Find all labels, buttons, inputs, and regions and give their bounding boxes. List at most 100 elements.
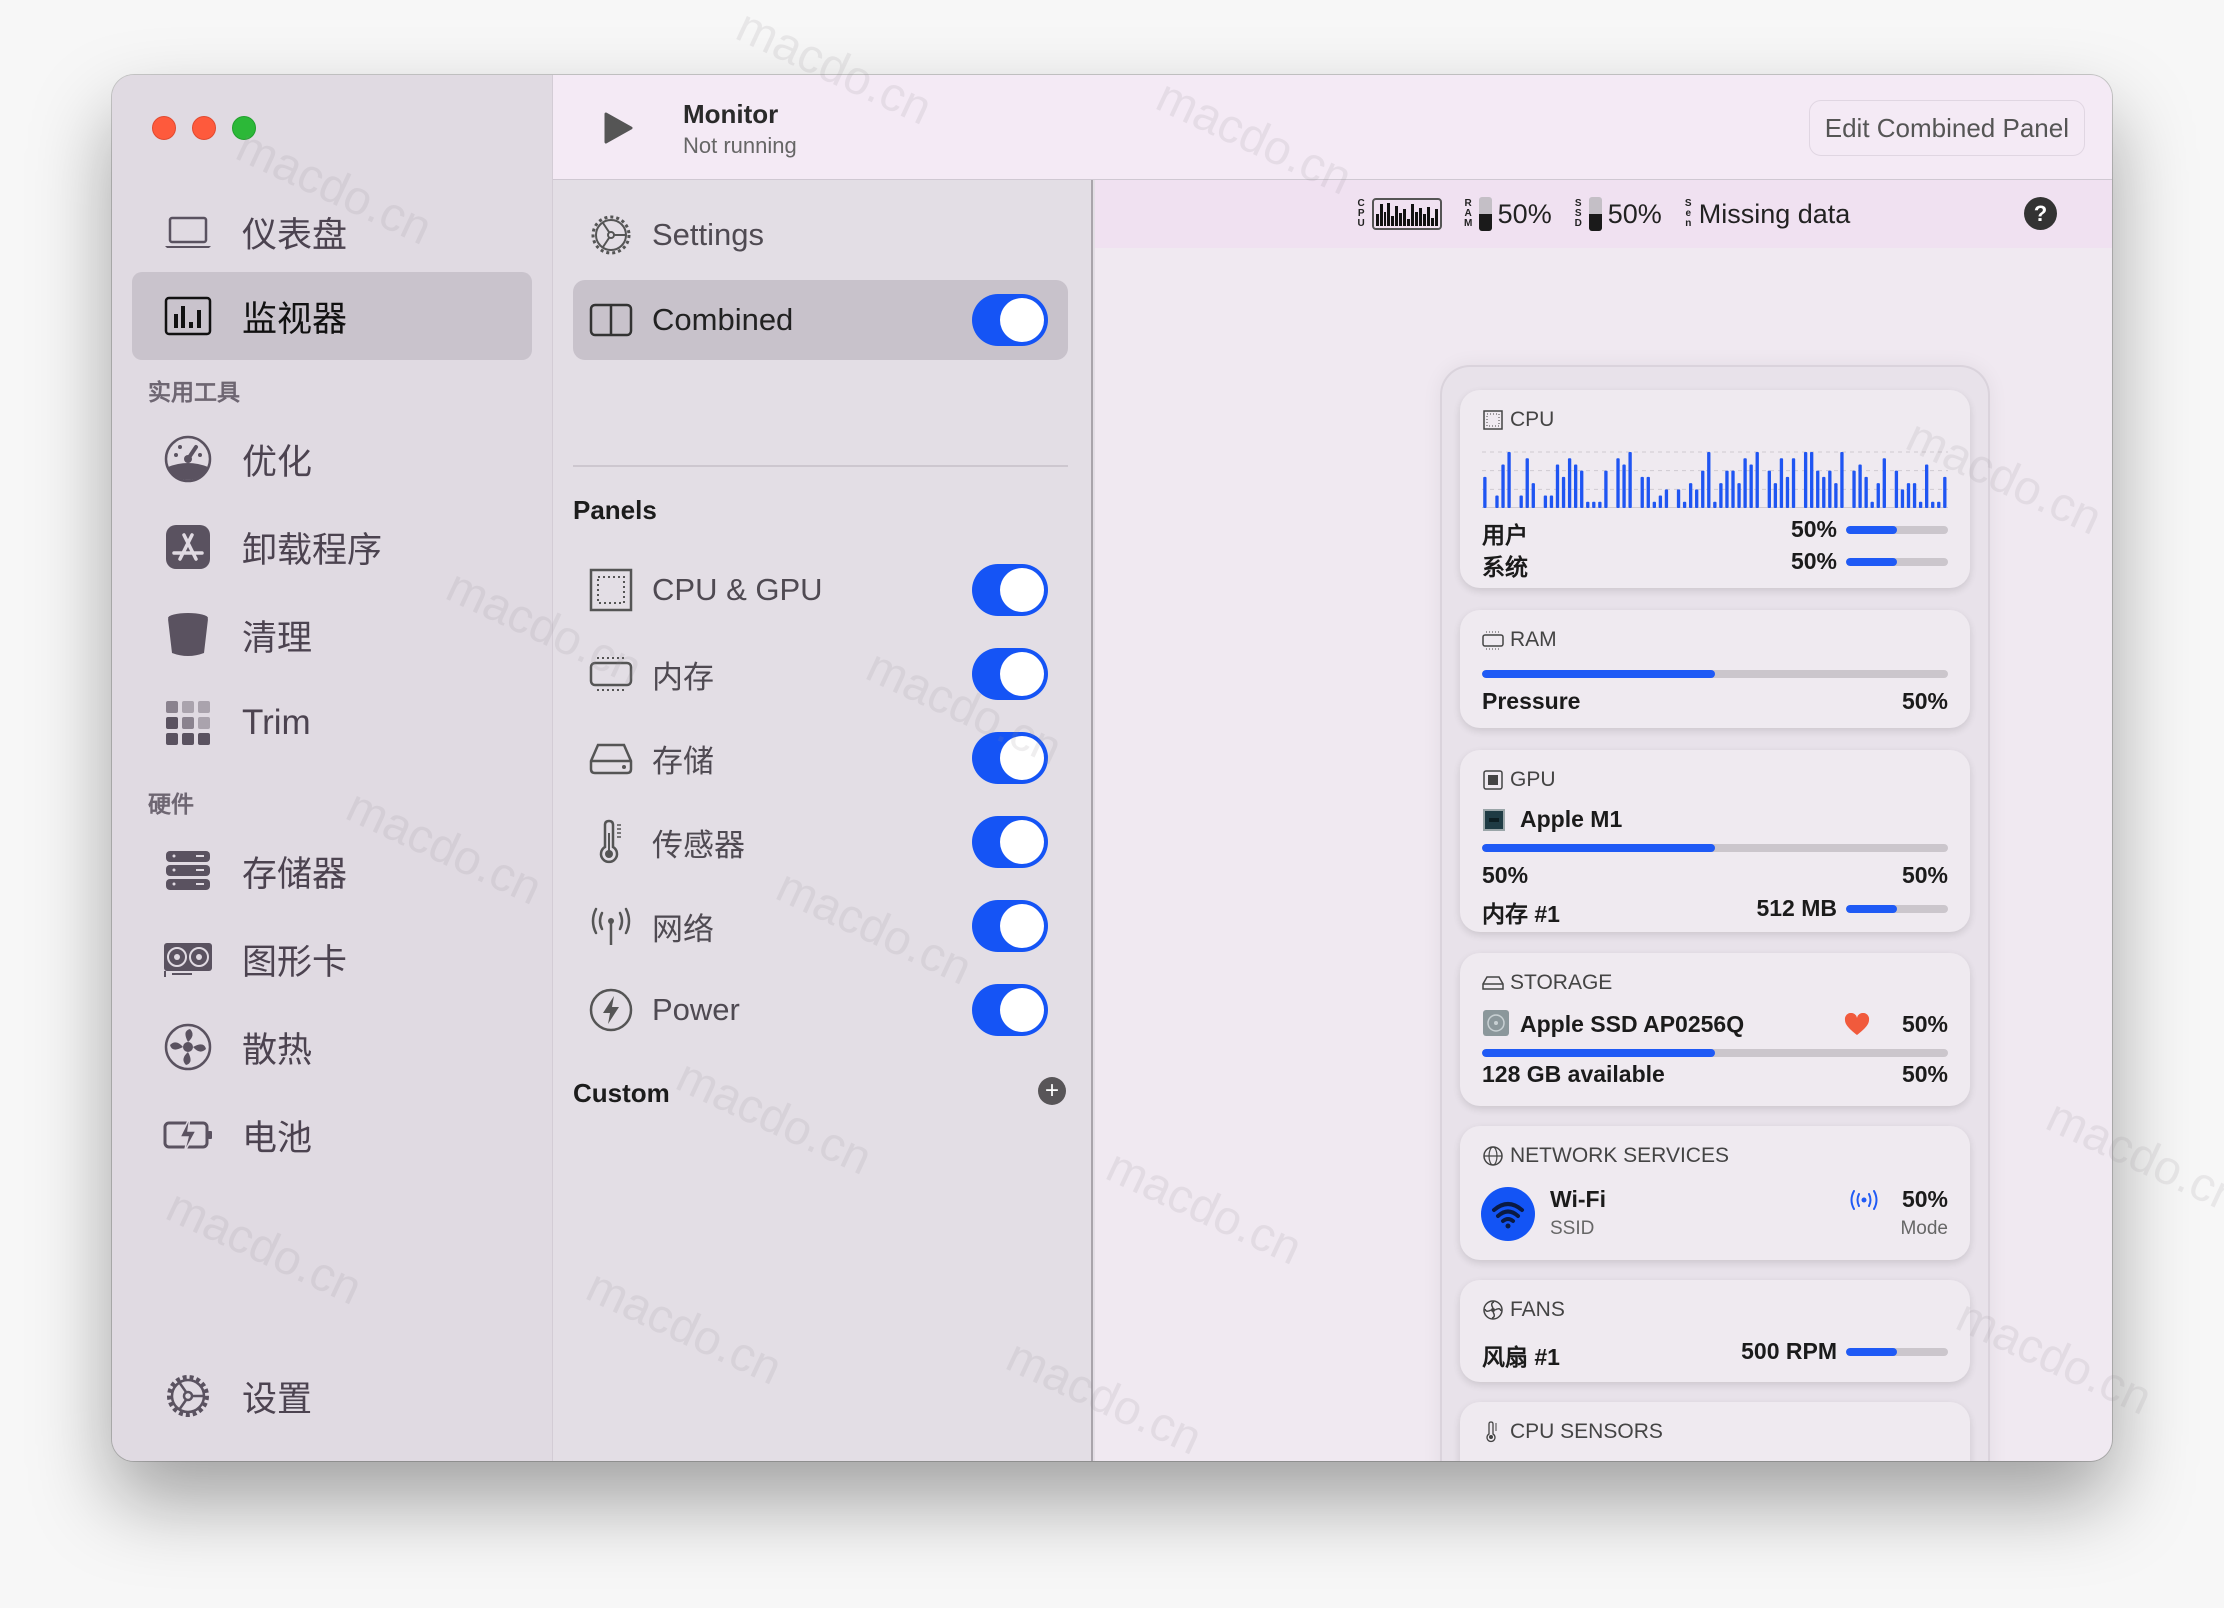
cpu-mini-bar	[1399, 212, 1403, 226]
window-controls	[152, 116, 256, 140]
gpu-memory-bar	[1846, 905, 1948, 913]
ram-pressure-bar-fill	[1482, 670, 1715, 678]
gpu-usage-bar	[1482, 844, 1948, 852]
sidebar-item-cooling[interactable]: 散热	[132, 1003, 532, 1091]
panel-item-cpu-gpu[interactable]: CPU & GPU	[573, 550, 1068, 630]
settings-label: Settings	[652, 217, 765, 252]
sidebar-item-battery[interactable]: 电池	[132, 1091, 532, 1179]
panel-toggle[interactable]	[972, 816, 1048, 868]
fans-card-title: FANS	[1482, 1298, 1565, 1322]
panel-toggle[interactable]	[972, 984, 1048, 1036]
fan-icon	[1483, 1300, 1503, 1320]
cpu-history-bar	[1737, 483, 1741, 508]
sidebar-item-label: Trim	[242, 703, 311, 742]
combined-toggle[interactable]	[972, 294, 1048, 346]
gpu-memory-bar-fill	[1846, 905, 1897, 913]
cpu-history-bar	[1616, 458, 1620, 508]
cpu-history-bar	[1937, 501, 1941, 508]
gear-icon	[162, 1370, 214, 1422]
cpu-history-bar	[1840, 452, 1844, 508]
split-view-icon	[588, 297, 634, 343]
cpu-mini-bar	[1415, 211, 1418, 226]
sidebar-item-uninstaller[interactable]: 卸载程序	[132, 503, 532, 591]
panel-item-network[interactable]: 网络	[573, 886, 1068, 966]
sidebar-item-label: 卸载程序	[242, 530, 383, 570]
cpu-history-bar	[1755, 452, 1759, 508]
cpu-system-value: 50%	[1790, 548, 1837, 574]
toggle-knob	[1000, 904, 1044, 948]
combined-item[interactable]: Combined	[573, 280, 1068, 360]
ram-value: 50%	[1497, 198, 1552, 229]
ram-vertical-label: RAM	[1463, 198, 1473, 229]
graphics-card-icon	[162, 933, 214, 985]
minimize-window-button[interactable]	[192, 116, 216, 140]
cpu-history-bar	[1658, 495, 1663, 508]
settings-item[interactable]: Settings	[573, 195, 1068, 275]
menubar-ram-widget: RAM 50%	[1464, 197, 1552, 231]
cpu-history-bar	[1543, 495, 1548, 508]
panel-toggle[interactable]	[972, 732, 1048, 784]
storage-health-value: 50%	[1901, 1011, 1948, 1037]
server-stack-icon	[162, 845, 214, 897]
cpu-history-bar	[1573, 464, 1578, 508]
sidebar-item-monitor[interactable]: 监视器	[132, 272, 532, 360]
sidebar-item-trim[interactable]: Trim	[132, 679, 532, 767]
cpu-card-title: CPU	[1482, 408, 1554, 432]
network-signal-value: 50%	[1901, 1186, 1948, 1212]
panel-label: CPU & GPU	[652, 572, 823, 607]
cpu-history-bar	[1822, 476, 1826, 508]
sidebar-item-graphics[interactable]: 图形卡	[132, 915, 532, 1003]
sidebar-item-cleanup[interactable]: 清理	[132, 591, 532, 679]
cpu-history-bar	[1943, 476, 1947, 508]
app-store-icon	[162, 521, 214, 573]
panel-toggle[interactable]	[972, 564, 1048, 616]
cpu-history-bar	[1628, 452, 1632, 508]
gpu-right-value: 50%	[1901, 862, 1948, 888]
edit-combined-panel-button[interactable]: Edit Combined Panel	[1808, 100, 2085, 156]
cpu-history-chart	[1482, 451, 1948, 508]
cpu-history-bar	[1816, 470, 1820, 508]
cpu-mini-bar	[1430, 217, 1434, 226]
sidebar-item-dashboard[interactable]: 仪表盘	[132, 188, 532, 276]
health-heart-icon	[1844, 1013, 1870, 1035]
ssd-mini-bar-fill	[1588, 214, 1602, 231]
play-icon[interactable]	[603, 112, 633, 144]
cpu-history-bar	[1507, 452, 1511, 508]
maximize-window-button[interactable]	[232, 116, 256, 140]
menubar-ssd-widget: SSD 50%	[1574, 197, 1662, 231]
sidebar-item-settings[interactable]: 设置	[132, 1352, 532, 1440]
cpu-mini-bar	[1434, 209, 1438, 226]
cpu-mini-chart	[1371, 198, 1442, 230]
cpu-history-bar	[1646, 476, 1650, 508]
sidebar-item-optimize[interactable]: 优化	[132, 415, 532, 503]
menu-bar-preview: CPU RAM 50% SSD 50% Sen Missing data ?	[1095, 180, 2112, 248]
sidebar-item-label: 电池	[242, 1118, 313, 1158]
gpu-memory-label: 内存 #1	[1482, 901, 1560, 927]
sensor-vertical-label: Sen	[1684, 198, 1692, 229]
add-custom-panel-button[interactable]: +	[1038, 1077, 1066, 1105]
sidebar: 仪表盘 监视器 实用工具 优化 卸载程序 清理 Trim 硬件 存储器 图形卡 …	[112, 75, 553, 1461]
cpu-history-bar	[1900, 489, 1905, 508]
close-window-button[interactable]	[152, 116, 176, 140]
combined-panel-preview: CPU 用户 50% 系统 50% RAM Pressure 50% GPU A…	[1440, 365, 1990, 1461]
panel-toggle[interactable]	[972, 900, 1048, 952]
panel-toggle[interactable]	[972, 648, 1048, 700]
help-button[interactable]: ?	[2024, 197, 2057, 230]
cpu-history-bar	[1676, 489, 1681, 508]
storage-usage-bar	[1482, 1049, 1948, 1057]
cpu-mini-bar	[1422, 214, 1426, 226]
fan-value: 500 RPM	[1741, 1338, 1837, 1364]
combined-label: Combined	[652, 302, 794, 337]
gpu-usage-bar-fill	[1482, 844, 1715, 852]
sidebar-item-label: 设置	[242, 1379, 313, 1419]
panel-item-memory[interactable]: 内存	[573, 634, 1068, 714]
sidebar-item-storage[interactable]: 存储器	[132, 827, 532, 915]
cpu-history-bar	[1803, 452, 1808, 508]
cpu-history-bar	[1785, 476, 1790, 508]
ram-mini-bar-fill	[1478, 214, 1492, 231]
panel-item-storage[interactable]: 存储	[573, 718, 1068, 798]
panel-item-sensors[interactable]: 传感器	[573, 802, 1068, 882]
panel-item-power[interactable]: Power	[573, 970, 1068, 1050]
gear-icon	[588, 212, 634, 258]
gpu-card: GPU Apple M1 50% 50% 内存 #1 512 MB	[1460, 750, 1970, 932]
